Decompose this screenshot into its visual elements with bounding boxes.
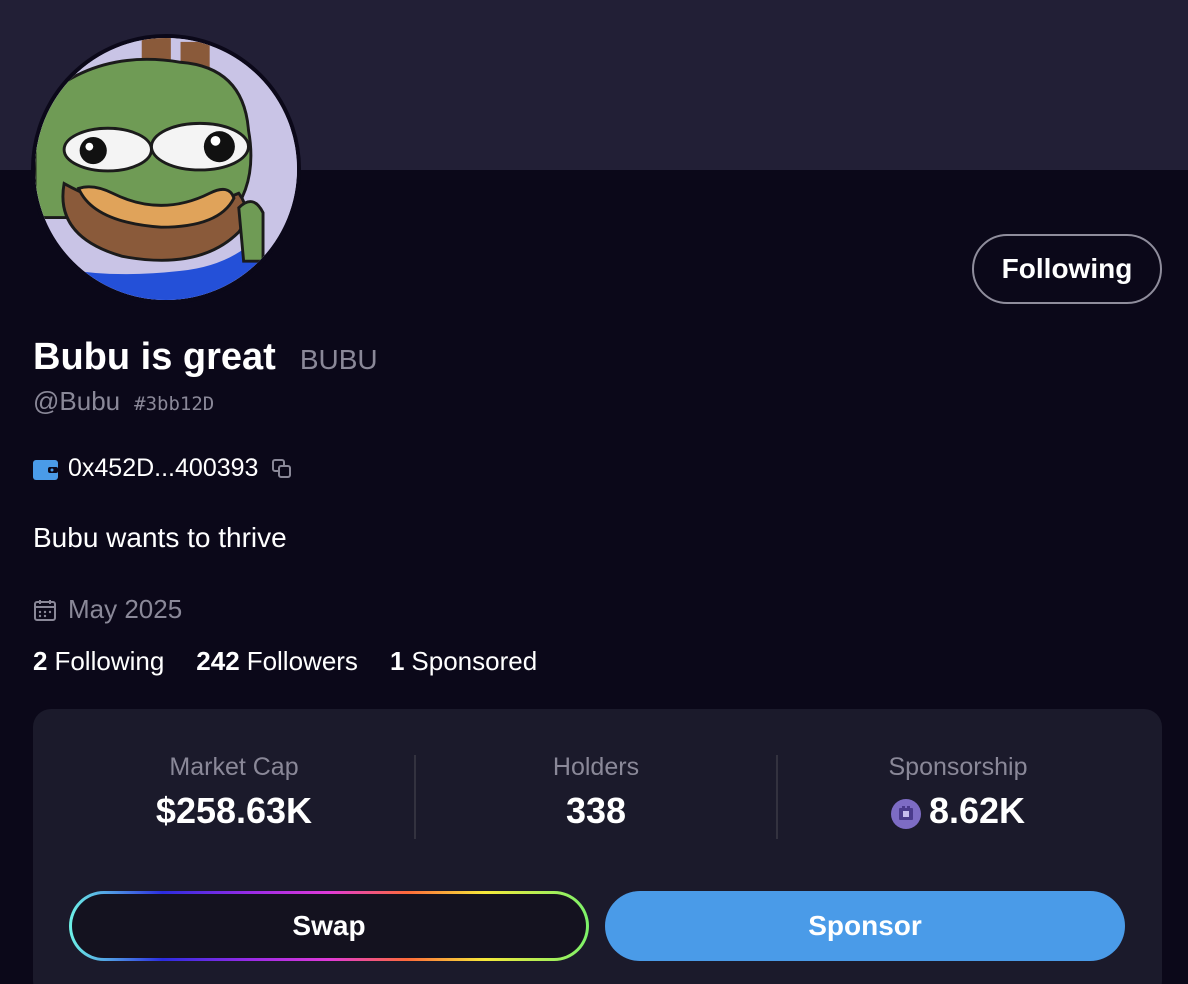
name-row: Bubu is great BUBU	[33, 336, 378, 379]
joined-date: May 2025	[68, 594, 183, 624]
swap-button-label: Swap	[72, 894, 586, 958]
follow-stats: 2 Following 242 Followers 1 Sponsored	[33, 646, 569, 677]
metric-market-cap-label: Market Cap	[169, 753, 299, 781]
metric-sponsorship-value-row: 8.62K	[777, 790, 1139, 832]
metric-market-cap: Market Cap $258.63K	[53, 753, 415, 832]
metric-holders: Holders 338	[415, 753, 777, 832]
token-ticker: BUBU	[299, 344, 378, 375]
swap-button[interactable]: Swap	[69, 891, 589, 961]
stat-followers-count: 242	[196, 646, 240, 676]
stat-sponsored-label: Sponsored	[411, 646, 538, 676]
wallet-address: 0x452D...400393	[68, 454, 259, 482]
metric-holders-value: 338	[565, 790, 627, 831]
user-tag: #3bb12D	[134, 393, 215, 415]
avatar[interactable]	[31, 34, 301, 304]
coin-icon	[890, 796, 921, 829]
profile-bio: Bubu wants to thrive	[33, 522, 287, 553]
copy-icon[interactable]	[270, 457, 294, 481]
metric-sponsorship-value: 8.62K	[928, 790, 1026, 831]
stat-followers-label: Followers	[246, 646, 358, 676]
stat-following-label: Following	[54, 646, 165, 676]
calendar-icon	[33, 598, 57, 622]
metric-market-cap-value: $258.63K	[155, 790, 313, 831]
stat-sponsored-count: 1	[389, 646, 405, 676]
stat-sponsored[interactable]: 1 Sponsored	[390, 646, 537, 677]
profile-page: Following Bubu is great BUBU @Bubu #3bb1…	[0, 0, 1188, 984]
following-button[interactable]: Following	[972, 234, 1162, 304]
metric-sponsorship: Sponsorship 8.62K	[777, 753, 1139, 832]
metric-holders-label: Holders	[552, 753, 640, 781]
handle-row: @Bubu #3bb12D	[33, 386, 214, 417]
wallet-icon	[33, 458, 58, 480]
display-name: Bubu is great	[33, 336, 276, 378]
token-stats-card: Market Cap $258.63K Holders 338 Sponsors…	[33, 709, 1162, 984]
avatar-frog-image	[35, 38, 297, 300]
user-handle: @Bubu	[33, 386, 121, 416]
wallet-row: 0x452D...400393	[33, 454, 294, 483]
joined-row: May 2025	[33, 594, 182, 625]
stat-following-count: 2	[33, 646, 48, 676]
sponsor-button[interactable]: Sponsor	[605, 891, 1125, 961]
stat-followers[interactable]: 242 Followers	[196, 646, 358, 677]
stat-following[interactable]: 2 Following	[33, 646, 164, 677]
metric-sponsorship-label: Sponsorship	[888, 753, 1028, 781]
